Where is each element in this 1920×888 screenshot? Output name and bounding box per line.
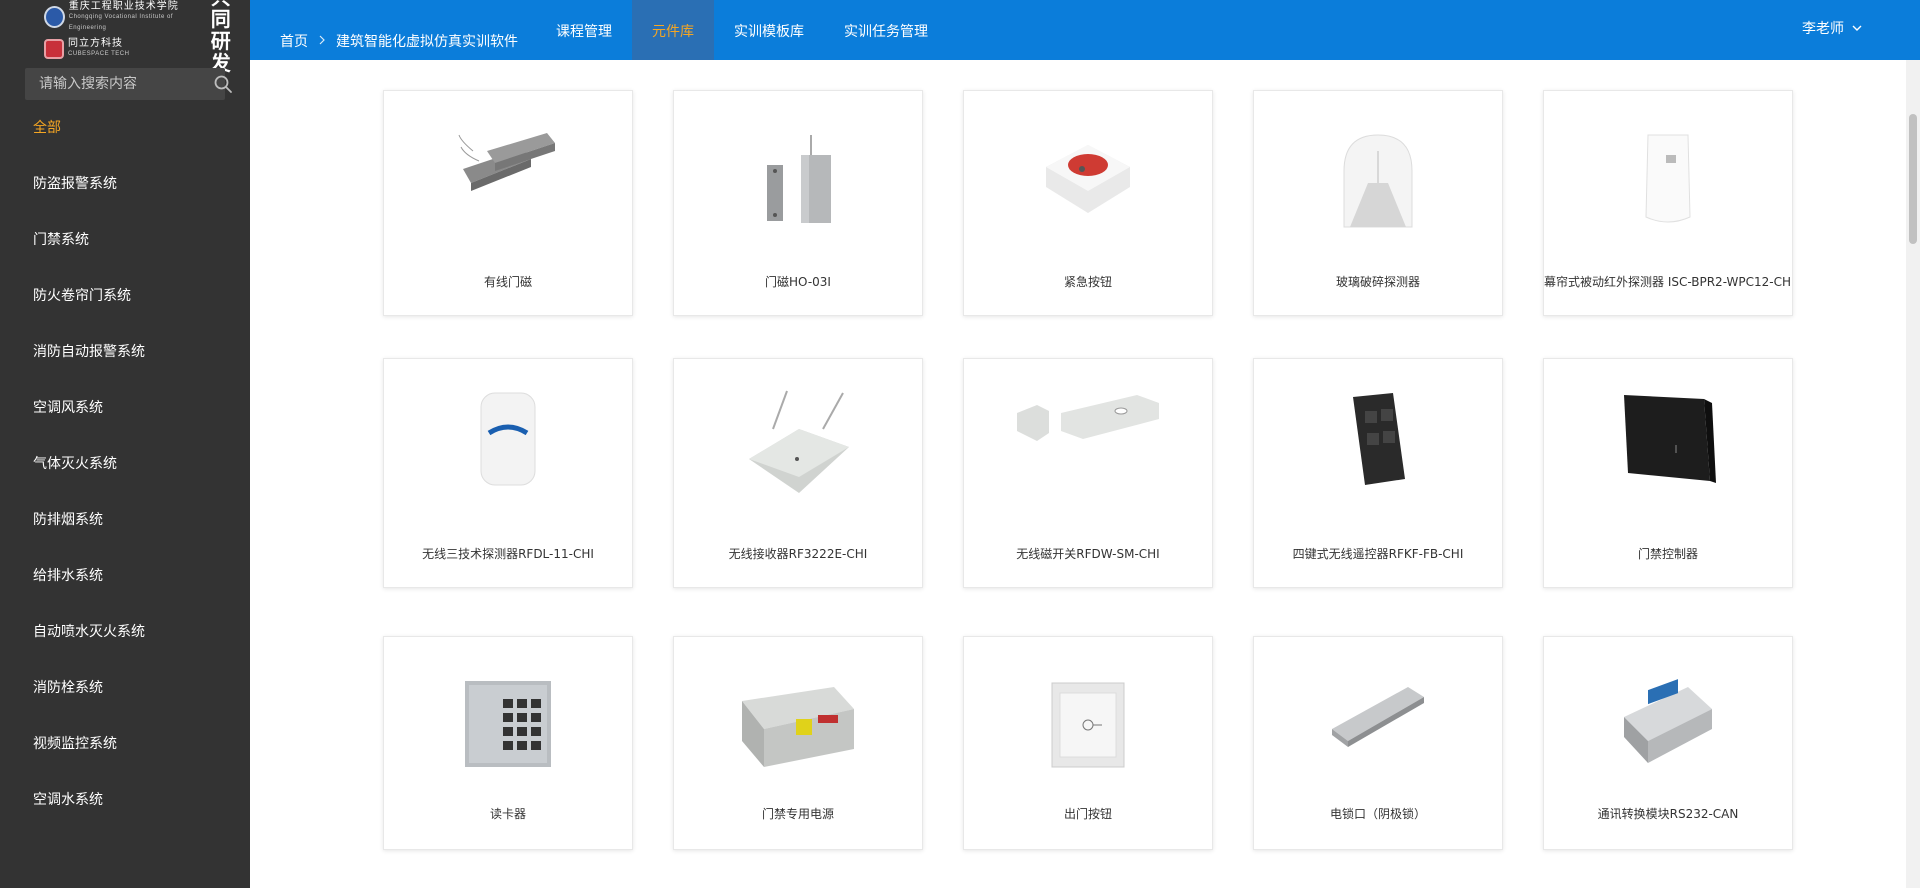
breadcrumb: 首页 建筑智能化虚拟仿真实训软件 xyxy=(250,31,518,51)
school-name: 重庆工程职业技术学院 Chongqing Vocational Institut… xyxy=(69,1,203,34)
component-name: 四键式无线遥控器RFKF-FB-CHI xyxy=(1292,547,1464,561)
sidebar-item[interactable]: 视频监控系统 xyxy=(0,728,250,784)
component-name: 玻璃破碎探测器 xyxy=(1335,275,1420,289)
sidebar-item[interactable]: 给排水系统 xyxy=(0,560,250,616)
component-card[interactable]: 出门按钮 xyxy=(963,636,1213,850)
tab[interactable]: 实训任务管理 xyxy=(824,0,948,60)
component-image xyxy=(1343,389,1413,494)
chevron-down-icon xyxy=(1852,20,1862,36)
component-image xyxy=(1038,131,1138,226)
component-name: 紧急按钮 xyxy=(1063,275,1112,289)
component-card[interactable]: 门禁专用电源 xyxy=(673,636,923,850)
scrollbar-thumb[interactable] xyxy=(1909,114,1917,244)
breadcrumb-current: 建筑智能化虚拟仿真实训软件 xyxy=(336,34,518,50)
component-card[interactable]: 幕帘式被动红外探测器 ISC-BPR2-WPC12-CHI xyxy=(1543,90,1793,316)
component-image xyxy=(753,131,843,236)
component-name: 幕帘式被动红外探测器 ISC-BPR2-WPC12-CHI xyxy=(1544,275,1792,289)
component-image xyxy=(1328,679,1428,754)
sidebar-item[interactable]: 防盗报警系统 xyxy=(0,168,250,224)
tab[interactable]: 课程管理 xyxy=(536,0,632,60)
user-menu[interactable]: 李老师 xyxy=(1802,18,1862,38)
breadcrumb-home[interactable]: 首页 xyxy=(280,31,308,51)
tab[interactable]: 元件库 xyxy=(632,0,714,60)
search-input[interactable] xyxy=(25,68,213,100)
logo-slogan: 共同研发 xyxy=(210,0,231,75)
component-card[interactable]: 无线接收器RF3222E-CHI xyxy=(673,358,923,588)
school-name-en: Chongqing Vocational Institute of Engine… xyxy=(68,13,173,31)
logo-marks: 重庆工程职业技术学院 Chongqing Vocational Institut… xyxy=(44,1,203,60)
component-card[interactable]: 无线磁开关RFDW-SM-CHI xyxy=(963,358,1213,588)
component-name: 读卡器 xyxy=(489,807,526,821)
component-card[interactable]: 读卡器 xyxy=(383,636,633,850)
component-image xyxy=(453,131,563,226)
sidebar-item[interactable]: 防排烟系统 xyxy=(0,504,250,560)
school-emblem-icon xyxy=(44,6,65,28)
sidebar-item[interactable]: 门禁系统 xyxy=(0,224,250,280)
component-image xyxy=(1618,679,1718,774)
component-image xyxy=(738,679,858,774)
logo[interactable]: 重庆工程职业技术学院 Chongqing Vocational Institut… xyxy=(0,0,250,74)
scrollbar[interactable] xyxy=(1906,60,1920,888)
sidebar-item[interactable]: 消防自动报警系统 xyxy=(0,336,250,392)
sidebar-item[interactable]: 全部 xyxy=(0,112,250,168)
user-name: 李老师 xyxy=(1802,21,1844,37)
top-bar: 首页 建筑智能化虚拟仿真实训软件 课程管理 元件库 实训模板库 实训任务管理 李老师 xyxy=(250,0,1920,60)
component-image xyxy=(1618,389,1718,494)
component-name: 门磁HO-03I xyxy=(765,275,831,289)
component-image xyxy=(1338,131,1418,236)
component-card[interactable]: 电锁口（阴极锁） xyxy=(1253,636,1503,850)
component-image xyxy=(473,389,543,494)
component-card[interactable]: 门禁控制器 xyxy=(1543,358,1793,588)
component-card[interactable]: 紧急按钮 xyxy=(963,90,1213,316)
component-name: 通讯转换模块RS232-CAN xyxy=(1597,807,1739,821)
component-library: 有线门磁 门磁HO-03I 紧急按钮 玻璃破碎探测器 幕帘式被动红外探测器 ISC-BP… xyxy=(250,60,1920,888)
component-name: 电锁口（阴极锁） xyxy=(1329,807,1426,821)
component-name: 无线磁开关RFDW-SM-CHI xyxy=(1016,547,1160,561)
component-image xyxy=(1048,679,1128,774)
component-name: 门禁专用电源 xyxy=(761,807,834,821)
component-card[interactable]: 无线三技术探测器RFDL-11-CHI xyxy=(383,358,633,588)
company-name-en: CUBESPACE TECH xyxy=(68,50,130,57)
main-tabs: 课程管理 元件库 实训模板库 实训任务管理 xyxy=(536,0,948,60)
component-card[interactable]: 通讯转换模块RS232-CAN xyxy=(1543,636,1793,850)
company-logo-icon xyxy=(44,38,64,59)
component-image xyxy=(1013,389,1163,454)
sidebar-item[interactable]: 气体灭火系统 xyxy=(0,448,250,504)
sidebar-item[interactable]: 防火卷帘门系统 xyxy=(0,280,250,336)
sidebar-item[interactable]: 空调风系统 xyxy=(0,392,250,448)
sidebar-item[interactable]: 自动喷水灭火系统 xyxy=(0,616,250,672)
component-name: 无线三技术探测器RFDL-11-CHI xyxy=(422,547,594,561)
component-image xyxy=(463,679,553,774)
component-image xyxy=(1638,131,1698,236)
component-card[interactable]: 门磁HO-03I xyxy=(673,90,923,316)
component-name: 有线门磁 xyxy=(483,275,532,289)
sidebar: 重庆工程职业技术学院 Chongqing Vocational Institut… xyxy=(0,0,250,888)
component-image xyxy=(743,389,853,504)
component-card[interactable]: 四键式无线遥控器RFKF-FB-CHI xyxy=(1253,358,1503,588)
component-card[interactable]: 玻璃破碎探测器 xyxy=(1253,90,1503,316)
tab[interactable]: 实训模板库 xyxy=(714,0,824,60)
component-card[interactable]: 有线门磁 xyxy=(383,90,633,316)
search-box xyxy=(25,68,232,100)
component-name: 出门按钮 xyxy=(1063,807,1112,821)
company-name: 同立方科技 CUBESPACE TECH xyxy=(68,38,129,60)
search-icon[interactable] xyxy=(213,68,233,100)
sidebar-item[interactable]: 空调水系统 xyxy=(0,784,250,840)
component-name: 门禁控制器 xyxy=(1637,547,1698,561)
component-name: 无线接收器RF3222E-CHI xyxy=(728,547,868,561)
category-nav: 全部 防盗报警系统 门禁系统 防火卷帘门系统 消防自动报警系统 空调风系统 气体灭火系统 防排… xyxy=(0,112,250,840)
sidebar-item[interactable]: 消防栓系统 xyxy=(0,672,250,728)
breadcrumb-separator-icon xyxy=(318,33,326,49)
